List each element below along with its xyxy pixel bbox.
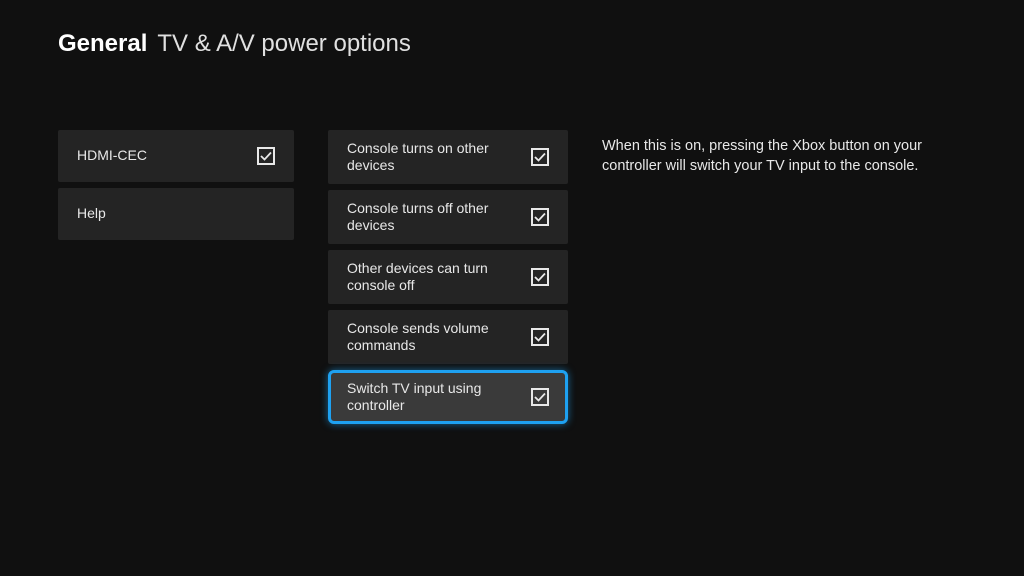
item-label: Help [77,205,106,223]
item-label: Switch TV input using controller [347,380,517,415]
item-label: Console sends volume commands [347,320,517,355]
checkbox-icon [531,208,549,226]
checkbox-icon [531,388,549,406]
checkbox-icon [531,328,549,346]
description-text: When this is on, pressing the Xbox butto… [602,136,932,177]
switch-tv-input-item[interactable]: Switch TV input using controller [328,370,568,424]
page-header: General TV & A/V power options [0,0,1024,58]
left-column: HDMI-CEC Help [58,130,294,424]
console-turns-on-item[interactable]: Console turns on other devices [328,130,568,184]
item-label: Console turns on other devices [347,140,517,175]
volume-commands-item[interactable]: Console sends volume commands [328,310,568,364]
header-title: TV & A/V power options [157,30,410,58]
checkbox-icon [257,147,275,165]
checkbox-icon [531,148,549,166]
description-column: When this is on, pressing the Xbox butto… [602,130,932,424]
item-label: Other devices can turn console off [347,260,517,295]
other-devices-off-item[interactable]: Other devices can turn console off [328,250,568,304]
console-turns-off-item[interactable]: Console turns off other devices [328,190,568,244]
checkbox-icon [531,268,549,286]
item-label: Console turns off other devices [347,200,517,235]
middle-column: Console turns on other devices Console t… [328,130,568,424]
content-area: HDMI-CEC Help Console turns on other dev… [0,58,1024,424]
help-item[interactable]: Help [58,188,294,240]
hdmi-cec-item[interactable]: HDMI-CEC [58,130,294,182]
item-label: HDMI-CEC [77,147,147,165]
header-category: General [58,30,147,58]
